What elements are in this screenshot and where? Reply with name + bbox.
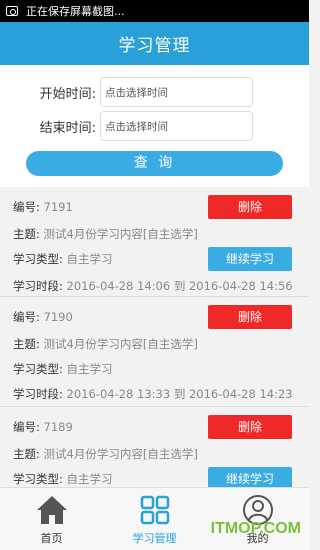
record-id: 编号: 7190 [13, 310, 73, 324]
record-period: 学习时段: 2016-04-28 14:06 到 2016-04-28 14:5… [13, 279, 293, 293]
record-topic: 主题: 测试4月份学习内容[自主选学] [13, 227, 198, 241]
watermark: ITMOP.COM [210, 520, 301, 537]
grid-icon [140, 495, 169, 525]
record-topic: 主题: 测试4月份学习内容[自主选学] [13, 337, 198, 351]
continue-button[interactable]: 继续学习 [208, 247, 292, 271]
end-time-row: 结束时间: 点击选择时间 [0, 111, 309, 141]
continue-button[interactable]: 继续学习 [208, 467, 292, 487]
filter-panel: 开始时间: 点击选择时间 结束时间: 点击选择时间 查 询 [0, 65, 309, 187]
status-bar: 正在保存屏幕截图... [0, 0, 309, 22]
end-time-input[interactable]: 点击选择时间 [100, 111, 253, 141]
record-id: 编号: 7191 [13, 200, 73, 214]
page-title: 学习管理 [118, 36, 191, 56]
app-bar: 学习管理 [0, 22, 309, 65]
record-card: 编号: 7189 删除 主题: 测试4月份学习内容[自主选学] 学习类型: 自主… [0, 407, 309, 487]
record-type: 学习类型: 自主学习 [13, 362, 113, 376]
screenshot-icon [6, 6, 18, 16]
start-time-label: 开始时间: [39, 86, 96, 102]
record-list: 编号: 7191 删除 主题: 测试4月份学习内容[自主选学] 学习类型: 自主… [0, 187, 309, 487]
start-time-row: 开始时间: 点击选择时间 [0, 77, 309, 107]
record-type: 学习类型: 自主学习 [13, 472, 113, 486]
record-period: 学习时段: 2016-04-28 13:33 到 2016-04-28 14:2… [13, 387, 293, 401]
record-topic: 主题: 测试4月份学习内容[自主选学] [13, 447, 198, 461]
record-card: 编号: 7190 删除 主题: 测试4月份学习内容[自主选学] 学习类型: 自主… [0, 297, 309, 407]
home-icon [36, 496, 67, 524]
record-id: 编号: 7189 [13, 420, 73, 434]
record-type: 学习类型: 自主学习 [13, 252, 113, 266]
nav-home-label: 首页 [40, 532, 63, 545]
nav-study-management[interactable]: 学习管理 [103, 488, 206, 550]
delete-button[interactable]: 删除 [208, 415, 292, 439]
query-button[interactable]: 查 询 [26, 151, 283, 176]
nav-home[interactable]: 首页 [0, 488, 103, 550]
nav-study-label: 学习管理 [132, 532, 177, 545]
nav-mine[interactable]: 我的 [206, 488, 309, 550]
bottom-nav: 首页 学习管理 我的 [0, 487, 309, 550]
delete-button[interactable]: 删除 [208, 195, 292, 219]
record-card: 编号: 7191 删除 主题: 测试4月份学习内容[自主选学] 学习类型: 自主… [0, 187, 309, 297]
start-time-input[interactable]: 点击选择时间 [100, 77, 253, 107]
status-text: 正在保存屏幕截图... [26, 5, 125, 18]
delete-button[interactable]: 删除 [208, 305, 292, 329]
end-time-label: 结束时间: [39, 120, 96, 136]
